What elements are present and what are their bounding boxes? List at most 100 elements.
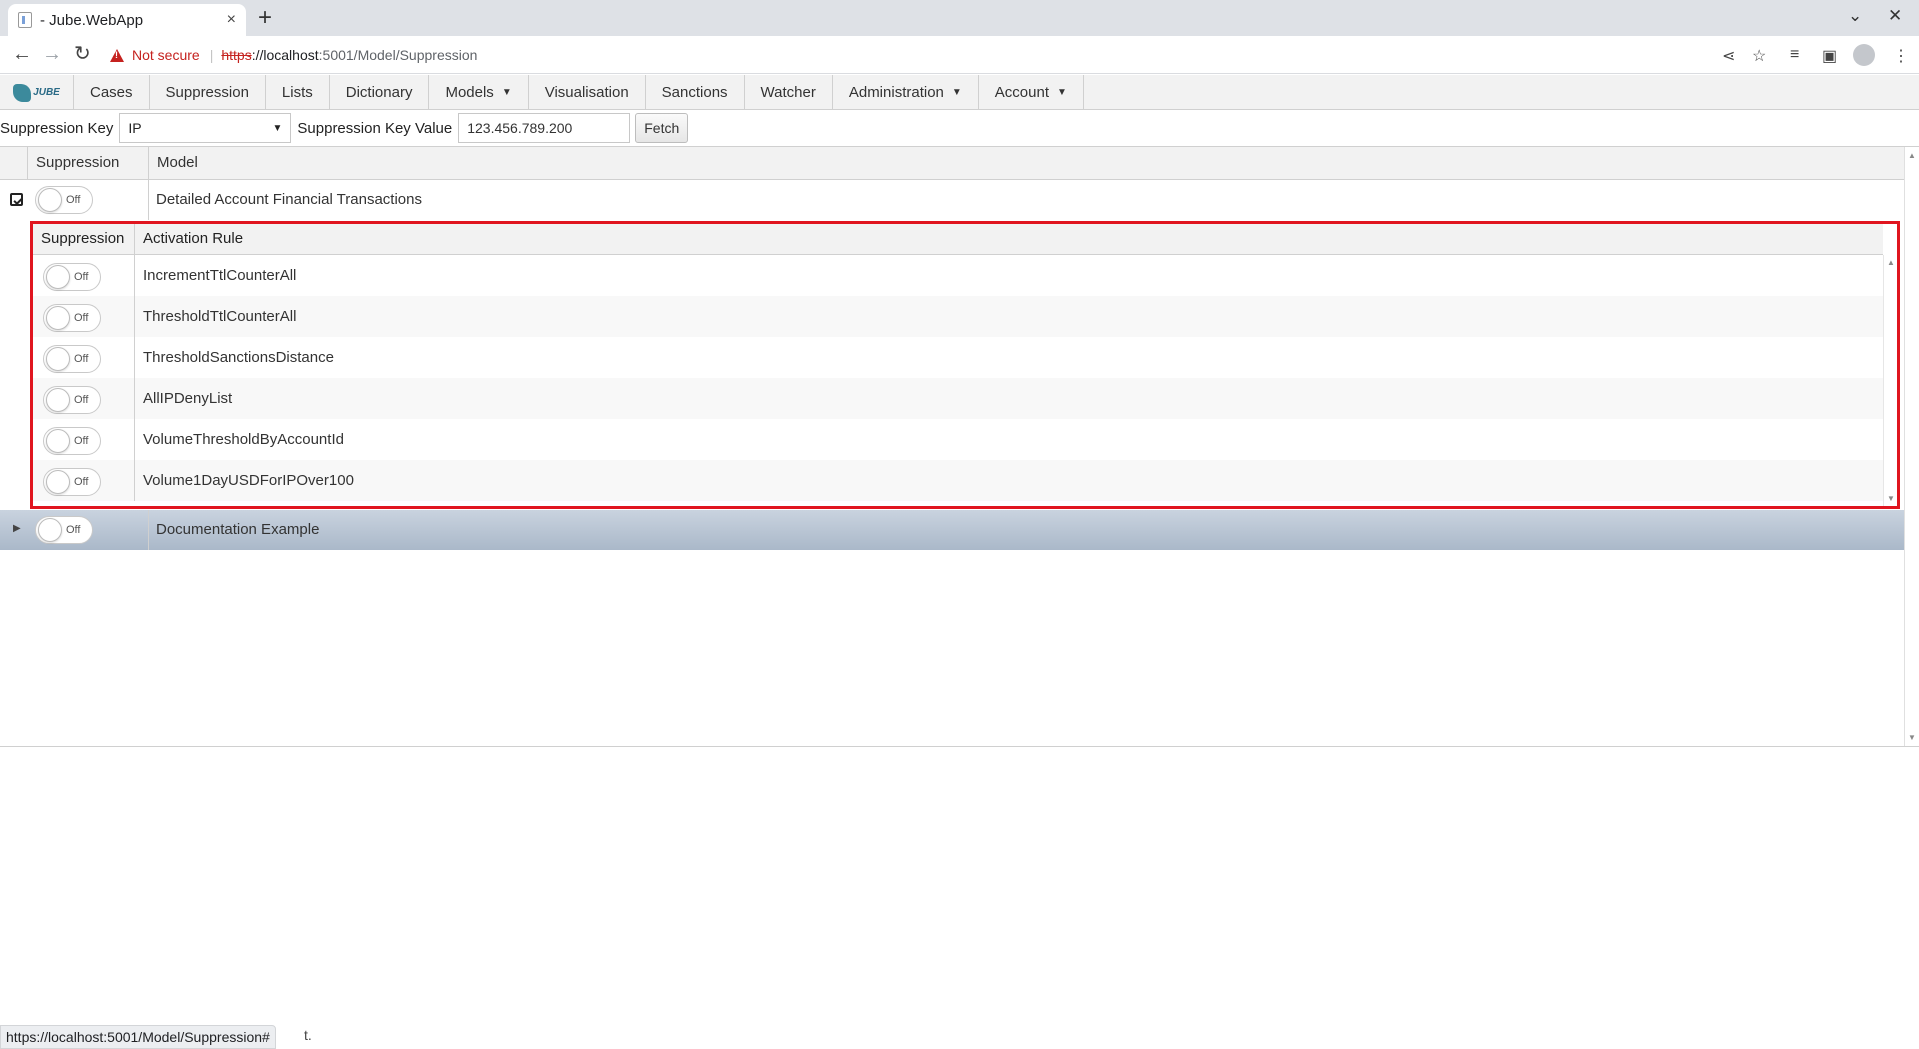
scroll-down-icon[interactable]: ▼ (1908, 733, 1916, 742)
browser-tab[interactable]: - Jube.WebApp × (8, 4, 246, 36)
expand-row-icon[interactable]: ▶ (13, 523, 21, 534)
activation-rule-row[interactable]: Off Volume1DayUSDForIPOver100 (33, 460, 1883, 501)
divider: | (209, 47, 214, 63)
toggle-label: Off (66, 524, 81, 536)
menu-item-label: Watcher (760, 84, 816, 101)
column-divider (134, 378, 135, 419)
suppression-toggle[interactable]: Off (43, 263, 101, 291)
menu-item-label: Dictionary (345, 84, 413, 101)
browser-tab-strip: - Jube.WebApp × + ⌄ ✕ (0, 0, 1919, 36)
app-menu-bar: JUBE Cases Suppression Lists Dictionary Mode… (0, 75, 1919, 110)
menu-item-models[interactable]: Models ▼ (429, 75, 529, 110)
scroll-up-icon[interactable]: ▲ (1908, 151, 1916, 160)
share-icon[interactable]: ⋖ (1722, 46, 1735, 66)
menu-item-dictionary[interactable]: Dictionary (330, 75, 430, 110)
close-tab-icon[interactable]: × (227, 11, 236, 29)
column-divider (134, 337, 135, 378)
logo-text: JUBE (33, 87, 60, 98)
menu-item-account[interactable]: Account ▼ (979, 75, 1084, 110)
toggle-label: Off (74, 271, 89, 283)
bookmark-star-icon[interactable]: ☆ (1752, 46, 1766, 66)
menu-item-watcher[interactable]: Watcher (745, 75, 833, 110)
model-row[interactable]: ▶ Off Documentation Example (0, 510, 1904, 550)
column-divider (148, 510, 149, 550)
side-panel-icon[interactable]: ▣ (1822, 46, 1837, 66)
scroll-down-icon[interactable]: ▼ (1887, 494, 1895, 503)
activation-rule-row[interactable]: Off ThresholdTtlCounterAll (33, 296, 1883, 337)
toggle-knob (38, 518, 62, 542)
column-header-suppression[interactable]: Suppression (27, 147, 148, 179)
more-menu-icon[interactable]: ⋮ (1893, 46, 1909, 66)
column-header-activation-rule[interactable]: Activation Rule (134, 224, 1883, 254)
column-header-suppression[interactable]: Suppression (33, 224, 134, 254)
column-divider (134, 419, 135, 460)
dropdown-caret-icon: ▼ (501, 87, 512, 98)
collapse-row-icon[interactable] (10, 193, 23, 206)
back-arrow-icon[interactable]: ← (12, 44, 32, 64)
menu-items: Cases Suppression Lists Dictionary Models ▼ Vi… (74, 75, 1084, 110)
window-close-icon[interactable]: ✕ (1888, 6, 1902, 26)
toggle-knob (46, 265, 70, 289)
reload-icon[interactable]: ↻ (74, 44, 91, 64)
url-scheme: https (221, 47, 252, 63)
toggle-label: Off (74, 394, 89, 406)
model-name: Detailed Account Financial Transactions (156, 191, 422, 208)
column-divider (134, 296, 135, 337)
model-row[interactable]: Off Detailed Account Financial Transacti… (0, 180, 1904, 220)
menu-item-label: Cases (90, 84, 133, 101)
suppression-toggle[interactable]: Off (35, 516, 93, 544)
suppression-key-selected: IP (128, 120, 142, 136)
suppression-toggle[interactable]: Off (43, 304, 101, 332)
suppression-toggle[interactable]: Off (43, 427, 101, 455)
suppression-toggle[interactable]: Off (35, 186, 93, 214)
toggle-label: Off (74, 312, 89, 324)
suppression-filter-bar: Suppression Key IP ▼ Suppression Key Val… (0, 111, 1919, 145)
suppression-toggle[interactable]: Off (43, 386, 101, 414)
menu-item-label: Lists (281, 84, 313, 101)
toggle-knob (46, 306, 70, 330)
suppression-key-value-input[interactable] (458, 113, 631, 143)
toggle-knob (38, 188, 62, 212)
subgrid-scrollbar[interactable]: ▲ ▼ (1883, 255, 1897, 506)
grid-scrollbar[interactable]: ▲ ▼ (1904, 147, 1919, 746)
chevron-down-icon[interactable]: ⌄ (1848, 6, 1862, 26)
menu-item-administration[interactable]: Administration ▼ (833, 75, 979, 110)
menu-item-label: Visualisation (544, 84, 629, 101)
new-tab-button[interactable]: + (258, 4, 272, 32)
url-host: ://localhost (251, 47, 319, 63)
toggle-label: Off (74, 476, 89, 488)
activation-rule-row[interactable]: Off AllIPDenyList (33, 378, 1883, 419)
suppression-key-label: Suppression Key (0, 119, 114, 137)
suppression-toggle[interactable]: Off (43, 468, 101, 496)
fetch-button[interactable]: Fetch (635, 113, 689, 143)
model-name: Documentation Example (156, 521, 320, 538)
menu-item-suppression[interactable]: Suppression (150, 75, 266, 110)
status-bar-url: https://localhost:5001/Model/Suppression… (0, 1025, 276, 1049)
dropdown-caret-icon: ▼ (951, 87, 962, 98)
activation-rule-row[interactable]: Off ThresholdSanctionsDistance (33, 337, 1883, 378)
url-omnibox[interactable]: Not secure | https ://localhost :5001/Mo… (110, 41, 1660, 69)
scroll-up-icon[interactable]: ▲ (1887, 258, 1895, 267)
menu-item-lists[interactable]: Lists (266, 75, 330, 110)
suppression-key-select[interactable]: IP ▼ (119, 113, 292, 143)
activation-rule-row[interactable]: Off IncrementTtlCounterAll (33, 255, 1883, 296)
jube-logo[interactable]: JUBE (0, 75, 74, 110)
suppression-toggle[interactable]: Off (43, 345, 101, 373)
menu-item-visualisation[interactable]: Visualisation (529, 75, 646, 110)
menu-item-sanctions[interactable]: Sanctions (646, 75, 745, 110)
menu-item-cases[interactable]: Cases (74, 75, 150, 110)
media-queue-icon[interactable]: ≡ (1790, 46, 1799, 64)
menu-item-label: Administration (848, 84, 944, 101)
profile-avatar-icon[interactable] (1853, 44, 1875, 66)
column-divider (134, 460, 135, 501)
security-status[interactable]: Not secure (132, 47, 200, 63)
activation-rule-row[interactable]: Off VolumeThresholdByAccountId (33, 419, 1883, 460)
activation-rule-name: Volume1DayUSDForIPOver100 (143, 472, 354, 489)
grid-header: Suppression Model (0, 147, 1904, 180)
column-header-model[interactable]: Model (148, 147, 1904, 179)
url-path: :5001/Model/Suppression (318, 47, 478, 63)
forward-arrow-icon[interactable]: → (42, 44, 62, 64)
dropdown-caret-icon: ▼ (1057, 87, 1067, 98)
page-favicon-icon (18, 12, 32, 28)
menu-item-label: Models (445, 84, 494, 101)
